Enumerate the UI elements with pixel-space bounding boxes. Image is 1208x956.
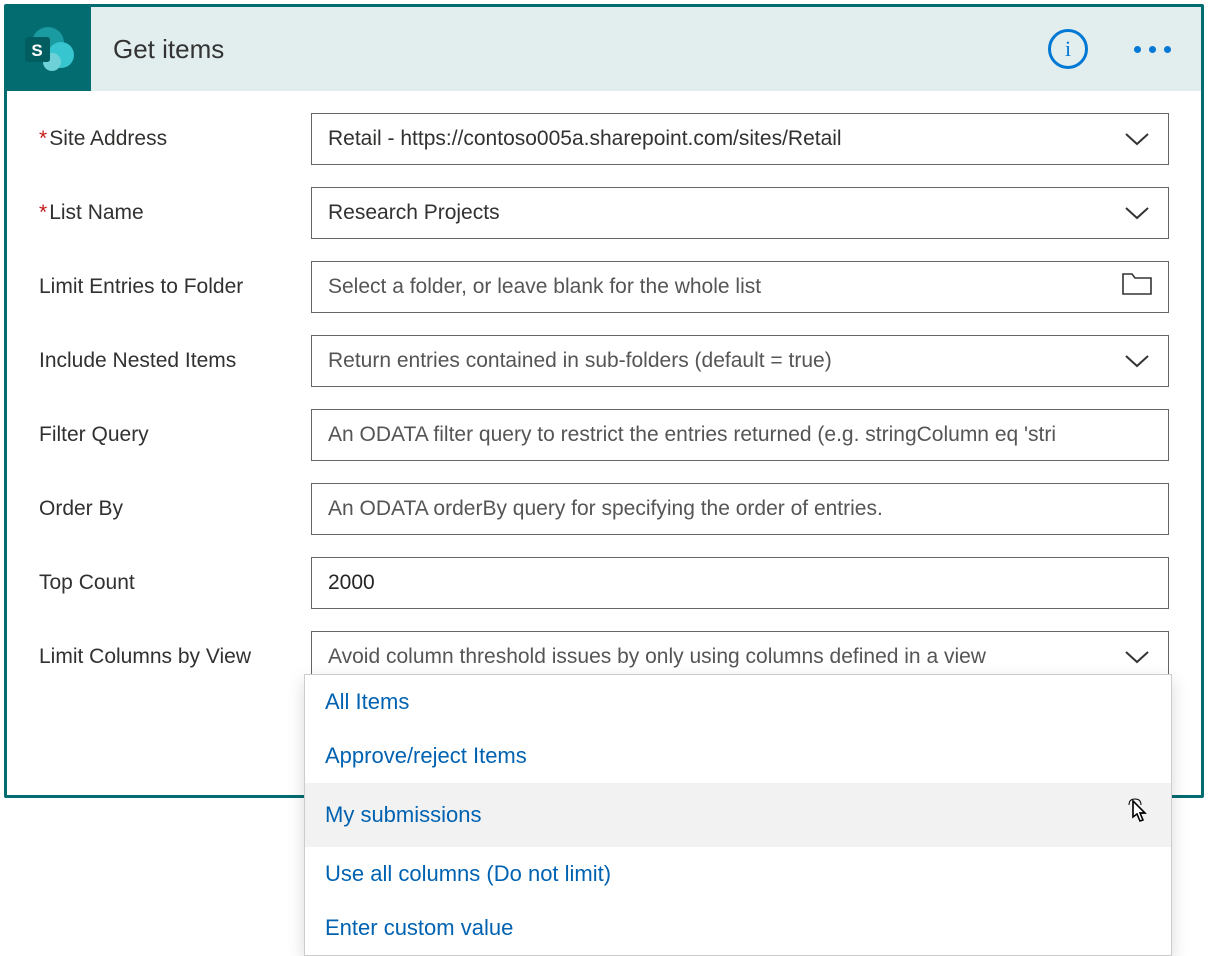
more-menu-button[interactable] (1134, 46, 1171, 53)
info-button[interactable]: i (1048, 29, 1088, 69)
filter-query-input[interactable]: An ODATA filter query to restrict the en… (311, 409, 1169, 461)
chevron-down-icon (1122, 206, 1152, 220)
chevron-down-icon (1122, 354, 1152, 368)
top-count-input[interactable] (311, 557, 1169, 609)
dropdown-option[interactable]: My submissions (305, 783, 1171, 847)
chevron-down-icon (1122, 650, 1152, 664)
cursor-icon (1125, 797, 1151, 833)
label-order-by: Order By (39, 497, 311, 521)
label-filter-query: Filter Query (39, 423, 311, 447)
label-limit-columns: Limit Columns by View (39, 645, 311, 669)
folder-picker[interactable]: Select a folder, or leave blank for the … (311, 261, 1169, 313)
folder-icon[interactable] (1122, 273, 1152, 301)
sharepoint-icon: S (7, 7, 91, 91)
dropdown-option[interactable]: All Items (305, 675, 1171, 729)
dropdown-option[interactable]: Use all columns (Do not limit) (305, 847, 1171, 901)
label-site-address: *Site Address (39, 127, 311, 151)
chevron-down-icon (1122, 132, 1152, 146)
limit-columns-dropdown-list: All Items Approve/reject Items My submis… (304, 674, 1172, 956)
label-list-name: *List Name (39, 201, 311, 225)
site-address-dropdown[interactable]: Retail - https://contoso005a.sharepoint.… (311, 113, 1169, 165)
card-title[interactable]: Get items (91, 34, 1048, 65)
svg-text:S: S (31, 41, 42, 60)
dropdown-option[interactable]: Approve/reject Items (305, 729, 1171, 783)
card-header: S Get items i (7, 7, 1201, 91)
label-limit-folder: Limit Entries to Folder (39, 275, 311, 299)
nested-items-dropdown[interactable]: Return entries contained in sub-folders … (311, 335, 1169, 387)
order-by-input[interactable]: An ODATA orderBy query for specifying th… (311, 483, 1169, 535)
label-nested-items: Include Nested Items (39, 349, 311, 373)
label-top-count: Top Count (39, 571, 311, 595)
dropdown-option[interactable]: Enter custom value (305, 901, 1171, 955)
list-name-dropdown[interactable]: Research Projects (311, 187, 1169, 239)
